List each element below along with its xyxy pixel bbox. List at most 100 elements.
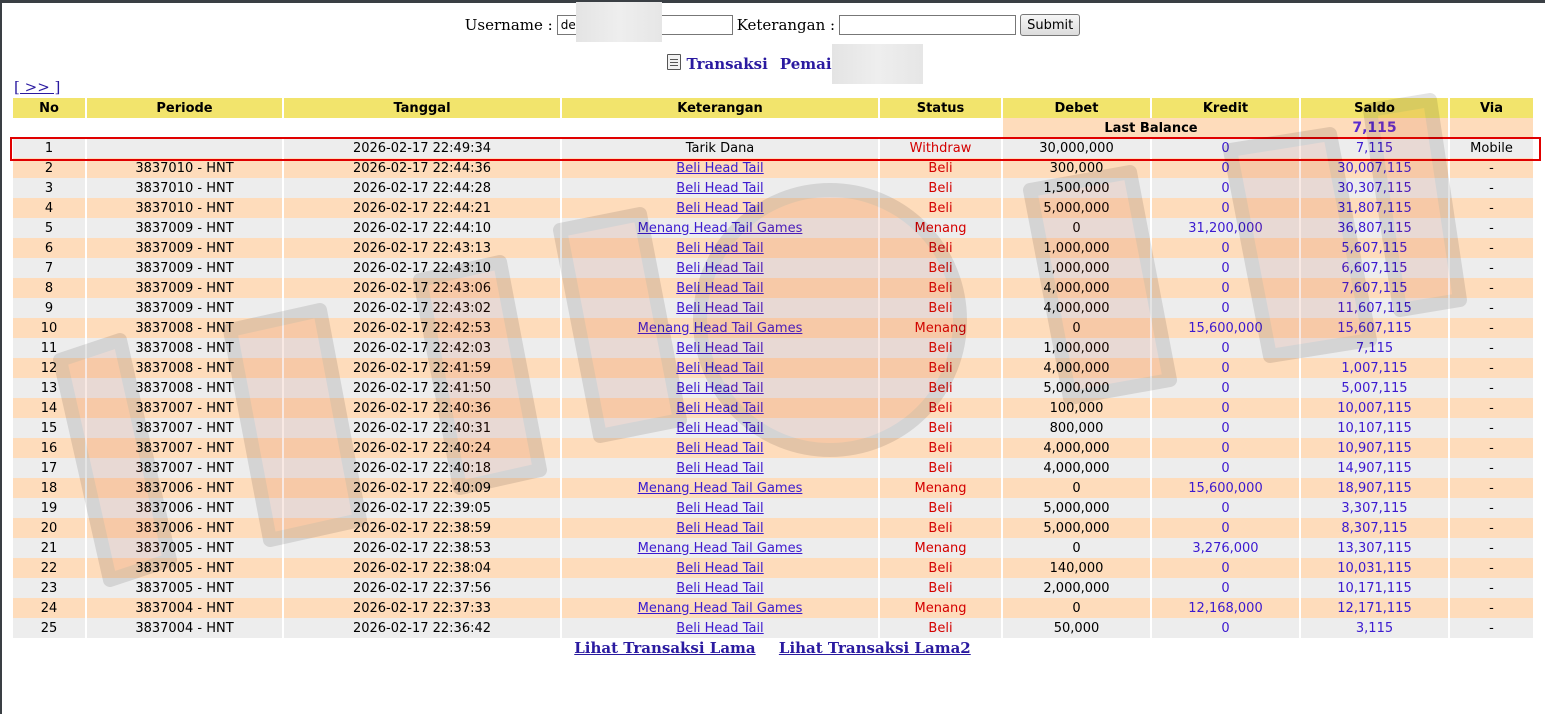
cell-debet: 4,000,000 <box>1003 438 1150 458</box>
cell-kredit: 0 <box>1152 338 1299 358</box>
last-balance-value: 7,115 <box>1301 118 1448 138</box>
next-page-link[interactable]: [ >> ] <box>14 78 60 96</box>
cell-debet: 30,000,000 <box>1003 138 1150 158</box>
cell-tanggal: 2026-02-17 22:40:31 <box>284 418 560 438</box>
cell-keterangan[interactable]: Beli Head Tail <box>562 198 878 218</box>
cell-debet: 5,000,000 <box>1003 498 1150 518</box>
table-row: 14 3837007 - HNT 2026-02-17 22:40:36 Beli H… <box>13 398 1533 418</box>
cell-status: Beli <box>880 178 1001 198</box>
cell-debet: 2,000,000 <box>1003 578 1150 598</box>
cell-tanggal: 2026-02-17 22:39:05 <box>284 498 560 518</box>
cell-keterangan[interactable]: Menang Head Tail Games <box>562 318 878 338</box>
cell-status: Beli <box>880 498 1001 518</box>
cell-keterangan[interactable]: Menang Head Tail Games <box>562 598 878 618</box>
cell-saldo: 18,907,115 <box>1301 478 1448 498</box>
cell-periode: 3837005 - HNT <box>87 558 282 578</box>
cell-periode: 3837010 - HNT <box>87 158 282 178</box>
cell-debet: 0 <box>1003 218 1150 238</box>
cell-debet: 5,000,000 <box>1003 378 1150 398</box>
cell-tanggal: 2026-02-17 22:43:02 <box>284 298 560 318</box>
cell-no: 23 <box>13 578 85 598</box>
cell-debet: 4,000,000 <box>1003 458 1150 478</box>
cell-keterangan[interactable]: Beli Head Tail <box>562 358 878 378</box>
cell-kredit: 0 <box>1152 578 1299 598</box>
cell-tanggal: 2026-02-17 22:37:33 <box>284 598 560 618</box>
cell-keterangan[interactable]: Beli Head Tail <box>562 458 878 478</box>
cell-keterangan[interactable]: Beli Head Tail <box>562 178 878 198</box>
submit-button[interactable]: Submit <box>1020 14 1081 36</box>
table-row: 23 3837005 - HNT 2026-02-17 22:37:56 Beli H… <box>13 578 1533 598</box>
col-keterangan: Keterangan <box>562 98 878 118</box>
cell-keterangan[interactable]: Beli Head Tail <box>562 158 878 178</box>
cell-keterangan[interactable]: Beli Head Tail <box>562 618 878 638</box>
cell-periode: 3837009 - HNT <box>87 298 282 318</box>
cell-keterangan[interactable]: Beli Head Tail <box>562 498 878 518</box>
cell-keterangan[interactable]: Beli Head Tail <box>562 558 878 578</box>
cell-saldo: 1,007,115 <box>1301 358 1448 378</box>
cell-keterangan[interactable]: Beli Head Tail <box>562 438 878 458</box>
old-transactions-link-2[interactable]: Lihat Transaksi Lama2 <box>779 639 971 657</box>
cell-no: 24 <box>13 598 85 618</box>
cell-via: - <box>1450 518 1533 538</box>
table-row: 7 3837009 - HNT 2026-02-17 22:43:10 Beli He… <box>13 258 1533 278</box>
cell-keterangan[interactable]: Beli Head Tail <box>562 338 878 358</box>
cell-periode: 3837007 - HNT <box>87 458 282 478</box>
cell-no: 8 <box>13 278 85 298</box>
cell-via: - <box>1450 398 1533 418</box>
col-debet: Debet <box>1003 98 1150 118</box>
cell-keterangan[interactable]: Beli Head Tail <box>562 578 878 598</box>
cell-kredit: 0 <box>1152 298 1299 318</box>
table-row: 6 3837009 - HNT 2026-02-17 22:43:13 Beli He… <box>13 238 1533 258</box>
document-icon <box>666 54 681 70</box>
cell-keterangan[interactable]: Beli Head Tail <box>562 278 878 298</box>
cell-no: 10 <box>13 318 85 338</box>
cell-via: - <box>1450 618 1533 638</box>
cell-no: 5 <box>13 218 85 238</box>
cell-keterangan[interactable]: Beli Head Tail <box>562 298 878 318</box>
cell-status: Beli <box>880 458 1001 478</box>
cell-saldo: 7,607,115 <box>1301 278 1448 298</box>
cell-status: Beli <box>880 358 1001 378</box>
cell-saldo: 10,007,115 <box>1301 398 1448 418</box>
cell-via: Mobile <box>1450 138 1533 158</box>
cell-status: Beli <box>880 198 1001 218</box>
cell-keterangan[interactable]: Beli Head Tail <box>562 238 878 258</box>
cell-periode: 3837007 - HNT <box>87 418 282 438</box>
old-transactions-link[interactable]: Lihat Transaksi Lama <box>574 639 755 657</box>
table-row: 12 3837008 - HNT 2026-02-17 22:41:59 Beli H… <box>13 358 1533 378</box>
table-row: 16 3837007 - HNT 2026-02-17 22:40:24 Beli H… <box>13 438 1533 458</box>
cell-via: - <box>1450 558 1533 578</box>
cell-periode: 3837006 - HNT <box>87 518 282 538</box>
keterangan-field[interactable] <box>839 15 1017 35</box>
cell-saldo: 31,807,115 <box>1301 198 1448 218</box>
cell-keterangan[interactable]: Menang Head Tail Games <box>562 478 878 498</box>
cell-kredit: 0 <box>1152 458 1299 478</box>
table-row: 25 3837004 - HNT 2026-02-17 22:36:42 Beli H… <box>13 618 1533 638</box>
cell-saldo: 6,607,115 <box>1301 258 1448 278</box>
cell-status: Beli <box>880 258 1001 278</box>
cell-status: Menang <box>880 318 1001 338</box>
cell-saldo: 8,307,115 <box>1301 518 1448 538</box>
cell-debet: 300,000 <box>1003 158 1150 178</box>
cell-keterangan[interactable]: Beli Head Tail <box>562 518 878 538</box>
cell-keterangan[interactable]: Menang Head Tail Games <box>562 538 878 558</box>
cell-keterangan[interactable]: Beli Head Tail <box>562 398 878 418</box>
cell-periode: 3837009 - HNT <box>87 258 282 278</box>
cell-kredit: 0 <box>1152 138 1299 158</box>
keterangan-label: Keterangan : <box>736 16 836 34</box>
cell-keterangan[interactable]: Beli Head Tail <box>562 418 878 438</box>
cell-kredit: 3,276,000 <box>1152 538 1299 558</box>
cell-via: - <box>1450 418 1533 438</box>
cell-debet: 800,000 <box>1003 418 1150 438</box>
cell-kredit: 0 <box>1152 398 1299 418</box>
redacted-player-blur <box>832 44 923 84</box>
cell-keterangan[interactable]: Beli Head Tail <box>562 258 878 278</box>
cell-via: - <box>1450 338 1533 358</box>
table-row: 22 3837005 - HNT 2026-02-17 22:38:04 Beli H… <box>13 558 1533 578</box>
table-row: 10 3837008 - HNT 2026-02-17 22:42:53 Menang… <box>13 318 1533 338</box>
cell-via: - <box>1450 298 1533 318</box>
table-row: 21 3837005 - HNT 2026-02-17 22:38:53 Menang… <box>13 538 1533 558</box>
cell-keterangan[interactable]: Beli Head Tail <box>562 378 878 398</box>
cell-kredit: 0 <box>1152 258 1299 278</box>
cell-keterangan[interactable]: Menang Head Tail Games <box>562 218 878 238</box>
